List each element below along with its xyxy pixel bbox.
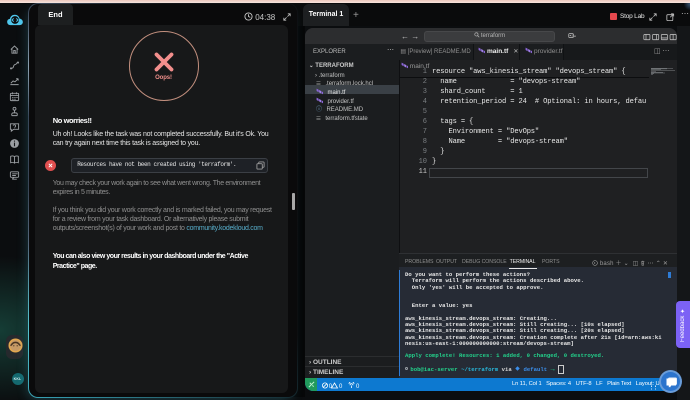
svg-text:0: 0	[356, 384, 360, 389]
svg-text:0: 0	[339, 384, 343, 389]
